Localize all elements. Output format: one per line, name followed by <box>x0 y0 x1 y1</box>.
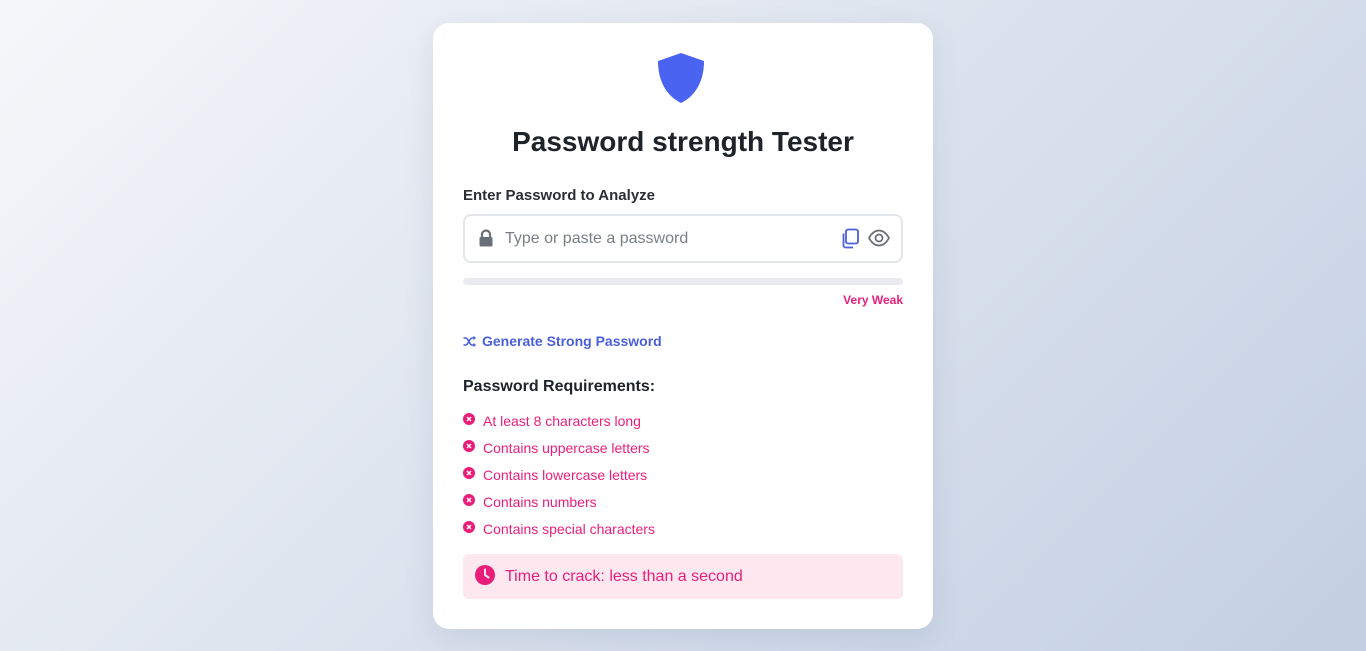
x-circle-icon <box>463 439 475 452</box>
x-circle-icon <box>463 412 475 425</box>
crack-time-box: Time to crack: less than a second <box>463 554 903 599</box>
requirement-item: Contains numbers <box>463 488 655 515</box>
password-tester-card: Password strength Tester Enter Password … <box>433 23 933 629</box>
requirement-item: Contains uppercase letters <box>463 434 655 461</box>
password-field-label: Enter Password to Analyze <box>463 187 655 204</box>
page-title: Password strength Tester <box>512 126 854 157</box>
requirement-label: Contains lowercase letters <box>483 466 648 483</box>
generate-password-label: Generate Strong Password <box>482 333 662 349</box>
generate-password-button[interactable]: Generate Strong Password <box>463 333 662 349</box>
requirement-label: At least 8 characters long <box>483 412 641 429</box>
requirements-title: Password Requirements: <box>463 378 656 395</box>
password-input[interactable] <box>505 216 825 261</box>
shuffle-icon <box>463 335 476 347</box>
requirements-list: At least 8 characters long Contains uppe… <box>463 407 655 542</box>
shield-icon <box>657 52 709 106</box>
requirement-item: Contains lowercase letters <box>463 461 655 488</box>
copy-icon[interactable] <box>840 228 860 249</box>
requirement-label: Contains uppercase letters <box>483 439 650 456</box>
x-circle-icon <box>463 520 475 533</box>
strength-label: Very Weak <box>843 293 903 307</box>
x-circle-icon <box>463 466 475 479</box>
crack-time-text: Time to crack: less than a second <box>505 567 743 585</box>
requirement-label: Contains special characters <box>483 520 655 537</box>
strength-meter <box>463 278 903 285</box>
lock-icon <box>479 229 493 247</box>
password-input-box <box>463 214 903 263</box>
x-circle-icon <box>463 493 475 506</box>
clock-icon <box>475 564 495 585</box>
requirement-label: Contains numbers <box>483 493 597 510</box>
eye-icon[interactable] <box>868 229 890 247</box>
requirement-item: At least 8 characters long <box>463 407 655 434</box>
requirement-item: Contains special characters <box>463 515 655 542</box>
